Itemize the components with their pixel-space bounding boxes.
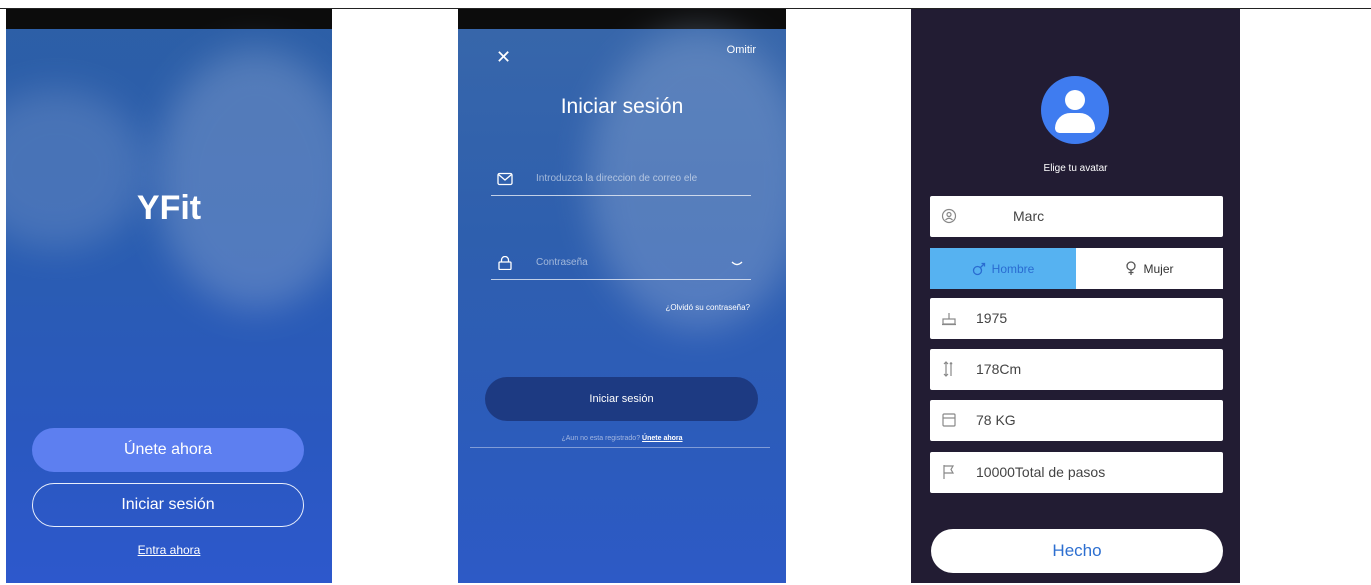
done-button[interactable]: Hecho: [931, 529, 1223, 573]
login-submit-button[interactable]: Iniciar sesión: [485, 377, 758, 421]
eye-closed-icon[interactable]: [731, 261, 743, 267]
skip-link[interactable]: Omitir: [727, 44, 756, 56]
flag-icon: [943, 465, 955, 479]
join-button[interactable]: Únete ahora: [32, 428, 304, 472]
steps-goal-value: 10000Total de pasos: [976, 464, 1106, 480]
background-photo: [156, 49, 332, 309]
join-button-label: Únete ahora: [123, 441, 213, 458]
password-field[interactable]: Contraseña: [491, 250, 751, 280]
height-field[interactable]: 178Cm: [930, 349, 1223, 390]
gender-male-option[interactable]: Hombre: [930, 248, 1076, 289]
forgot-password-link[interactable]: ¿Olvidó su contraseña?: [666, 303, 751, 312]
scale-icon: [942, 413, 956, 427]
name-field[interactable]: Marc: [930, 196, 1223, 237]
password-placeholder: Contraseña: [536, 257, 588, 268]
avatar[interactable]: [1041, 76, 1109, 144]
steps-goal-field[interactable]: 10000Total de pasos: [930, 452, 1223, 493]
register-prompt-text: ¿Aun no esta registrado?: [561, 435, 641, 442]
male-icon: [972, 262, 985, 275]
birth-year-value: 1975: [976, 310, 1008, 326]
avatar-body: [1055, 113, 1095, 133]
user-circle-icon: [941, 208, 957, 224]
divider: [470, 447, 770, 448]
avatar-label: Elige tu avatar: [1043, 163, 1108, 174]
gender-selector: Hombre Mujer: [930, 248, 1223, 289]
login-button-label: Iniciar sesión: [121, 496, 215, 513]
email-placeholder: Introduzca la direccion de correo ele: [536, 173, 698, 184]
register-prompt: ¿Aun no esta registrado? Únete ahora: [458, 435, 786, 442]
gender-female-label: Mujer: [1143, 261, 1174, 276]
profile-setup-screen: Elige tu avatar Marc Hombre Mujer 1975 1…: [911, 9, 1240, 583]
welcome-screen: YFit Únete ahora Iniciar sesión Entra ah…: [6, 9, 332, 583]
female-icon: [1126, 261, 1137, 275]
page-title: Iniciar sesión: [560, 95, 684, 118]
close-icon[interactable]: ✕: [496, 47, 511, 68]
weight-field[interactable]: 78 KG: [930, 400, 1223, 441]
height-icon: [943, 361, 953, 377]
mail-icon: [497, 172, 513, 186]
lock-icon: [498, 256, 512, 270]
name-value: Marc: [1013, 208, 1045, 224]
login-screen: ✕ Omitir Iniciar sesión Introduzca la di…: [458, 9, 786, 583]
birth-year-field[interactable]: 1975: [930, 298, 1223, 339]
login-submit-label: Iniciar sesión: [589, 393, 654, 405]
register-link[interactable]: Únete ahora: [642, 435, 682, 442]
enter-link[interactable]: Entra ahora: [6, 543, 332, 557]
avatar-head: [1065, 90, 1085, 110]
gender-female-option[interactable]: Mujer: [1076, 248, 1223, 289]
gender-male-label: Hombre: [991, 261, 1035, 276]
email-field[interactable]: Introduzca la direccion de correo ele: [491, 166, 751, 196]
app-logo: YFit: [136, 189, 202, 227]
weight-value: 78 KG: [976, 412, 1016, 428]
cake-icon: [942, 313, 956, 326]
height-value: 178Cm: [976, 361, 1022, 377]
status-bar: [458, 9, 786, 29]
done-button-label: Hecho: [1052, 541, 1102, 560]
status-bar: [6, 9, 332, 29]
login-button[interactable]: Iniciar sesión: [32, 483, 304, 527]
